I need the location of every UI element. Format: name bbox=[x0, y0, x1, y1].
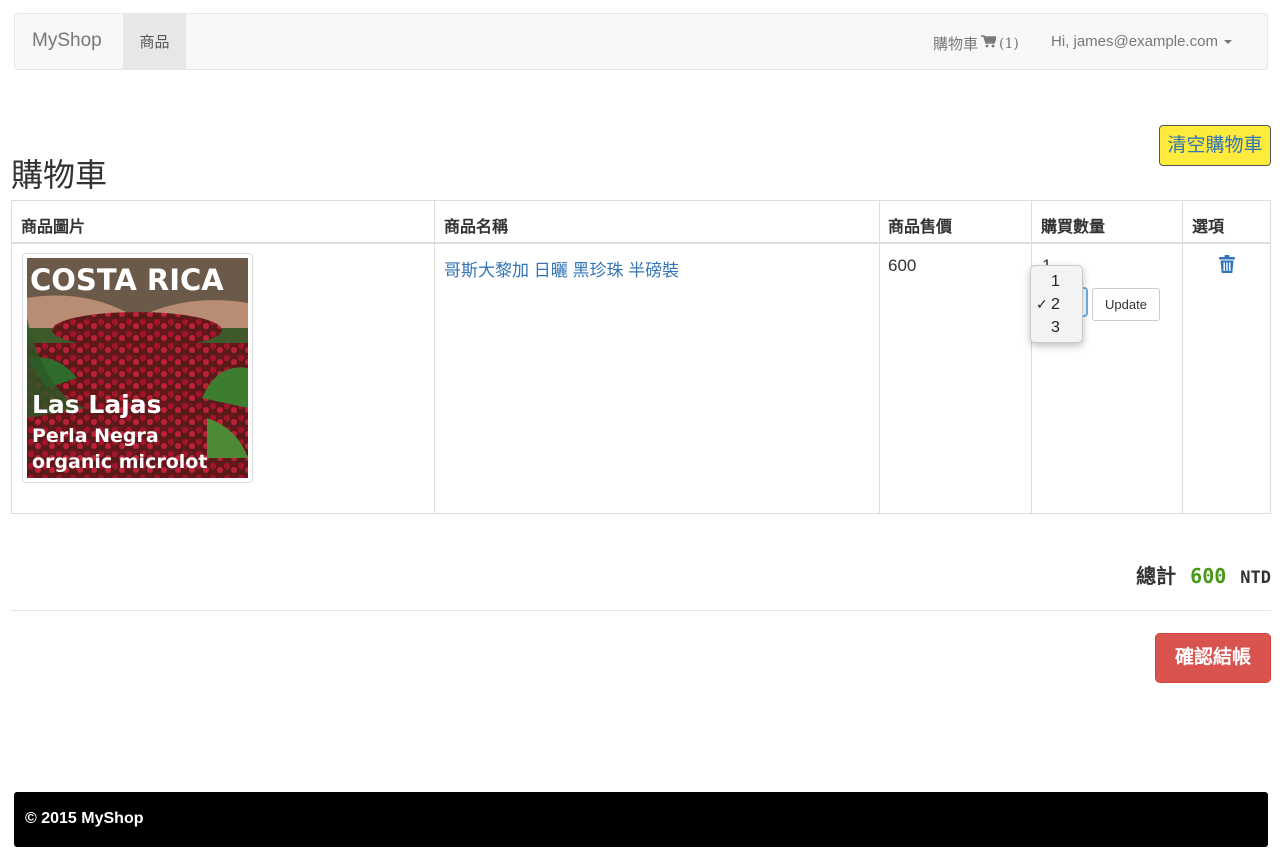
image-text-farm: Las Lajas bbox=[32, 390, 162, 419]
cart-table: 商品圖片 商品名稱 商品售價 購買數量 選項 COSTA RICA Las La… bbox=[11, 200, 1271, 514]
column-divider bbox=[434, 201, 435, 513]
column-divider bbox=[879, 201, 880, 513]
header-product-name: 商品名稱 bbox=[444, 219, 509, 236]
image-text-lot: organic microlot bbox=[32, 451, 207, 473]
checkmark-icon: ✓ bbox=[1036, 296, 1048, 312]
nav-cart-label: 購物車 bbox=[933, 36, 979, 53]
quantity-option-label: 1 bbox=[1051, 273, 1060, 290]
quantity-option[interactable]: 1 bbox=[1031, 270, 1082, 292]
product-image[interactable]: COSTA RICA Las Lajas Perla Negra organic… bbox=[22, 253, 253, 483]
image-text-variety: Perla Negra bbox=[32, 425, 159, 447]
quantity-option-label: 3 bbox=[1051, 319, 1060, 336]
page-title: 購物車 bbox=[11, 157, 108, 193]
quantity-option-label: 2 bbox=[1051, 296, 1060, 313]
header-options: 選項 bbox=[1192, 219, 1225, 236]
brand-link[interactable]: MyShop bbox=[32, 30, 102, 52]
section-divider bbox=[11, 610, 1271, 611]
image-text-country: COSTA RICA bbox=[30, 263, 224, 297]
header-price: 商品售價 bbox=[888, 219, 953, 236]
footer: © 2015 MyShop bbox=[14, 792, 1268, 847]
product-name-link[interactable]: 哥斯大黎加 日曬 黑珍珠 半磅裝 bbox=[444, 256, 679, 281]
total-amount: 600 bbox=[1190, 564, 1227, 588]
caret-down-icon bbox=[1223, 39, 1232, 44]
shopping-cart-icon bbox=[981, 35, 998, 52]
total-label: 總計 bbox=[1136, 566, 1177, 588]
total-currency: NTD bbox=[1240, 568, 1271, 588]
product-price: 600 bbox=[888, 256, 917, 275]
user-menu-dropdown[interactable]: Hi, james@example.com bbox=[1051, 33, 1232, 50]
column-divider bbox=[1182, 201, 1183, 513]
quantity-option[interactable]: 3 bbox=[1031, 316, 1082, 338]
header-product-image: 商品圖片 bbox=[21, 219, 86, 236]
nav-products[interactable]: 商品 bbox=[123, 14, 186, 69]
checkout-button[interactable]: 確認結帳 bbox=[1155, 633, 1271, 683]
user-greeting: Hi, james@example.com bbox=[1051, 33, 1218, 50]
header-divider bbox=[12, 242, 1270, 244]
quantity-option-selected[interactable]: ✓ 2 bbox=[1031, 293, 1082, 315]
top-navbar: MyShop 商品 購物車 (1) Hi, james@example.com bbox=[14, 13, 1268, 70]
nav-cart-link[interactable]: 購物車 (1) bbox=[933, 33, 1019, 54]
quantity-dropdown-menu: 1 ✓ 2 3 bbox=[1030, 265, 1083, 343]
cart-total: 總計 600 NTD bbox=[1136, 560, 1271, 589]
trash-icon[interactable] bbox=[1218, 255, 1236, 277]
cart-count: (1) bbox=[999, 35, 1019, 52]
footer-copyright: © 2015 MyShop bbox=[25, 810, 144, 827]
clear-cart-button[interactable]: 清空購物車 bbox=[1159, 125, 1271, 166]
header-quantity: 購買數量 bbox=[1041, 219, 1106, 236]
column-divider bbox=[1031, 201, 1032, 513]
update-quantity-button[interactable]: Update bbox=[1092, 288, 1160, 321]
